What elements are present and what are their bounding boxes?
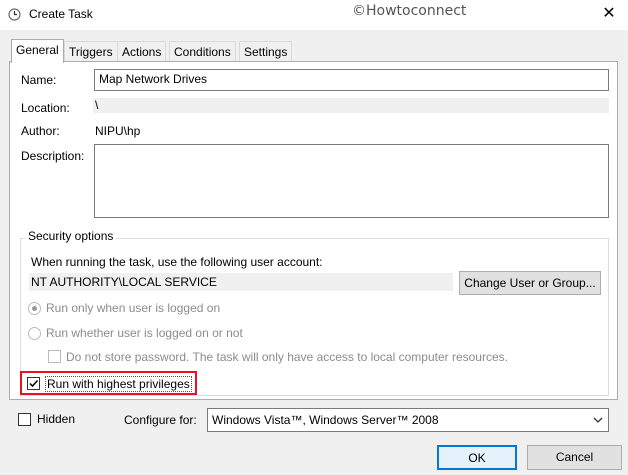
author-value: NIPU\hp (95, 124, 141, 138)
no-store-password-checkbox[interactable] (48, 350, 61, 363)
tab-settings[interactable]: Settings (239, 41, 293, 62)
ok-button[interactable]: OK (437, 445, 517, 470)
radio-whether-label[interactable]: Run whether user is logged on or not (46, 326, 243, 340)
description-label: Description: (21, 149, 85, 163)
configure-for-value: Windows Vista™, Windows Server™ 2008 (212, 413, 439, 427)
tab-general[interactable]: General (11, 39, 64, 63)
highest-privileges-label[interactable]: Run with highest privileges (45, 376, 192, 392)
clock-icon (8, 8, 21, 21)
user-account-value: NT AUTHORITY\LOCAL SERVICE (29, 273, 453, 291)
account-prompt: When running the task, use the following… (31, 255, 323, 269)
chevron-down-icon[interactable] (593, 416, 603, 424)
configure-for-label: Configure for: (124, 413, 197, 427)
description-textarea[interactable] (94, 144, 609, 218)
hidden-checkbox[interactable] (18, 413, 31, 426)
location-value: \ (93, 98, 609, 113)
configure-for-select[interactable]: Windows Vista™, Windows Server™ 2008 (207, 408, 609, 432)
author-label: Author: (21, 124, 60, 138)
close-button[interactable]: ✕ (596, 3, 622, 25)
security-options-title: Security options (25, 229, 117, 243)
change-user-button[interactable]: Change User or Group... (459, 271, 601, 295)
window-title: Create Task (29, 7, 93, 21)
checkmark-icon (29, 379, 39, 388)
tab-actions[interactable]: Actions (117, 41, 167, 62)
radio-selected-dot (32, 306, 37, 311)
name-label: Name: (21, 73, 57, 87)
location-label: Location: (21, 101, 70, 115)
tab-triggers[interactable]: Triggers (64, 41, 118, 62)
highest-privileges-checkbox[interactable] (27, 377, 40, 390)
tab-conditions[interactable]: Conditions (169, 41, 236, 62)
radio-whether-logged-on[interactable] (28, 327, 41, 340)
name-input[interactable]: Map Network Drives (94, 69, 609, 91)
cancel-button[interactable]: Cancel (527, 445, 622, 470)
watermark-text: ©Howtoconnect (352, 3, 467, 19)
no-store-password-label[interactable]: Do not store password. The task will onl… (66, 350, 508, 364)
radio-logged-on[interactable] (28, 302, 41, 315)
radio-logged-on-label[interactable]: Run only when user is logged on (46, 301, 220, 315)
title-bar (0, 0, 628, 30)
hidden-label[interactable]: Hidden (37, 412, 75, 426)
